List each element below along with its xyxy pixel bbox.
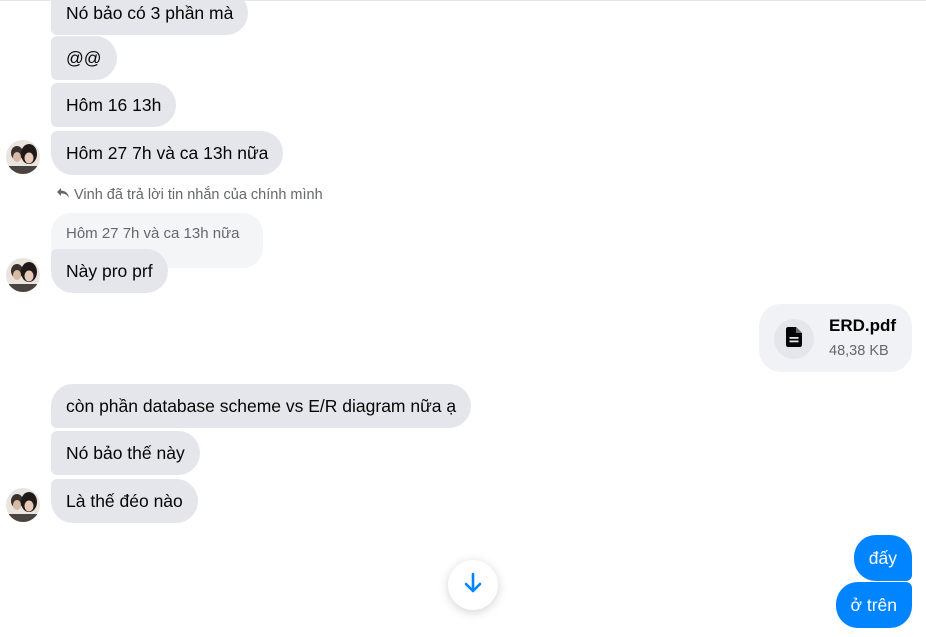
message-bubble[interactable]: Hôm 16 13h <box>51 83 177 127</box>
quoted-text: Hôm 27 7h và ca 13h nữa <box>66 225 240 242</box>
avatar[interactable] <box>6 140 40 174</box>
message-text: còn phần database scheme vs E/R diagram … <box>66 396 457 416</box>
message-text: Hôm 27 7h và ca 13h nữa <box>66 143 269 163</box>
message-bubble[interactable]: Là thế đéo nào <box>51 479 198 523</box>
message-text: đấy <box>868 548 897 568</box>
message-bubble[interactable]: còn phần database scheme vs E/R diagram … <box>51 384 472 428</box>
reply-indicator: Vinh đã trả lời tin nhắn của chính mình <box>56 187 323 203</box>
message-text: @@ <box>66 48 102 68</box>
message-text: Này pro prf <box>66 261 153 281</box>
document-icon <box>786 326 802 352</box>
message-bubble-outgoing[interactable]: ở trên <box>835 582 912 628</box>
reply-meta-text: Vinh đã trả lời tin nhắn của chính mình <box>74 187 323 203</box>
file-icon-circle <box>774 319 814 359</box>
message-text: Nó bảo thế này <box>66 443 185 463</box>
message-text: Hôm 16 13h <box>66 95 162 115</box>
message-text: Là thế đéo nào <box>66 491 183 511</box>
scroll-to-bottom-button[interactable] <box>448 560 498 610</box>
message-bubble[interactable]: Hôm 27 7h và ca 13h nữa <box>51 131 284 175</box>
file-attachment[interactable]: ERD.pdf 48,38 KB <box>759 304 912 372</box>
message-bubble[interactable]: Nó bảo có 3 phần mà <box>51 0 249 35</box>
message-bubble[interactable]: Này pro prf <box>51 249 168 293</box>
message-text: Nó bảo có 3 phần mà <box>66 3 234 23</box>
message-text: ở trên <box>850 595 898 615</box>
avatar[interactable] <box>6 488 40 522</box>
avatar[interactable] <box>6 258 40 292</box>
message-bubble[interactable]: @@ <box>51 36 117 80</box>
message-bubble-outgoing[interactable]: đấy <box>853 535 912 581</box>
file-name: ERD.pdf <box>829 316 897 335</box>
reply-icon <box>56 187 70 203</box>
arrow-down-icon <box>463 572 483 599</box>
message-bubble[interactable]: Nó bảo thế này <box>51 431 200 475</box>
file-size: 48,38 KB <box>829 343 889 359</box>
